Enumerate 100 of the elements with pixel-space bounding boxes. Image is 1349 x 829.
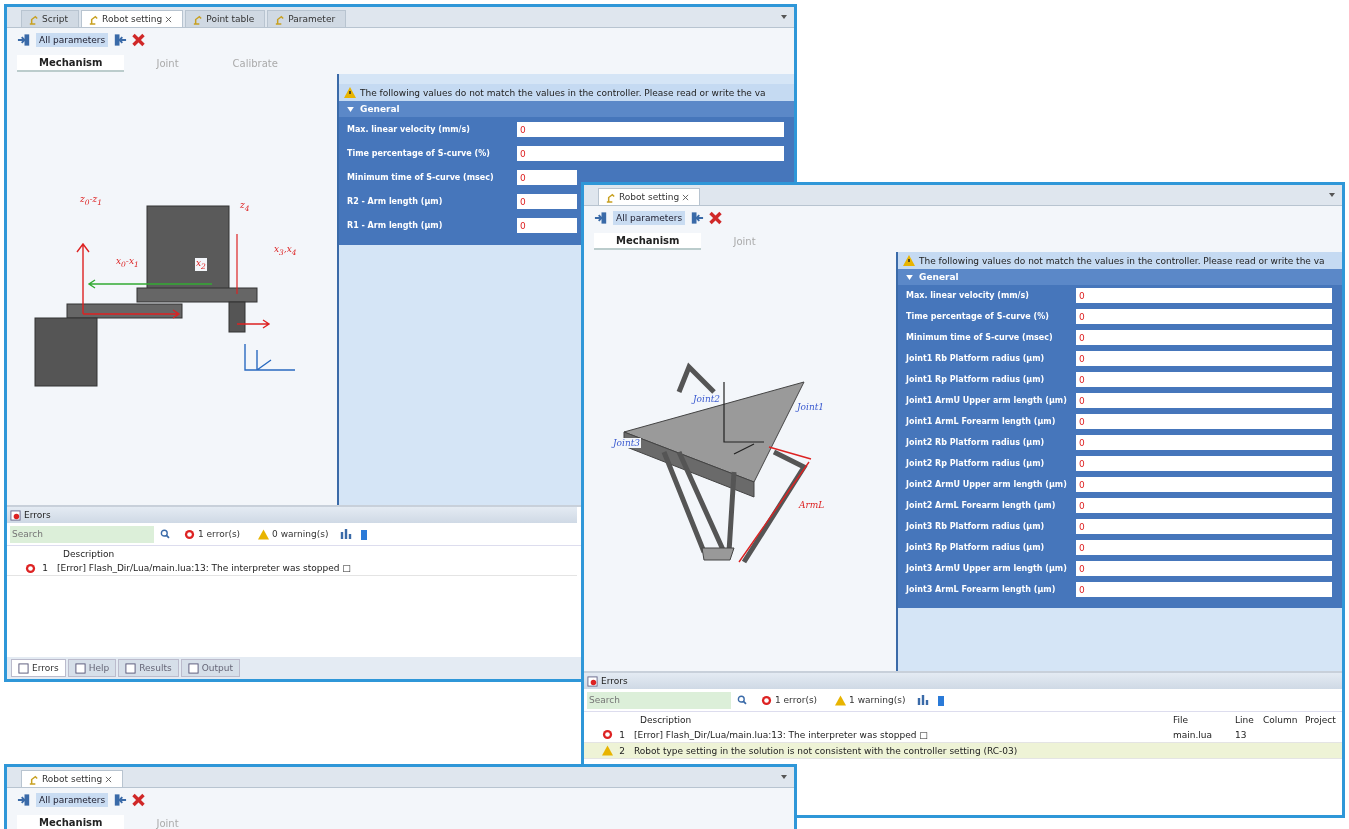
parameter-scope-button[interactable]: All parameters xyxy=(613,211,686,225)
bar-chart-icon[interactable] xyxy=(340,528,353,540)
group-header[interactable]: General xyxy=(898,269,1342,285)
section-tab[interactable]: Mechanism xyxy=(594,232,702,250)
error-list-row[interactable]: 1 [Error] Flash_Dir/Lua/main.lua:13: The interpreter was stopped □ xyxy=(7,561,577,576)
table-cell-text: [Error] Flash_Dir/Lua/main.lua:13: The interpreter was stopped □ xyxy=(633,729,929,740)
warning-icon xyxy=(258,528,270,540)
column-header[interactable]: Column xyxy=(1260,714,1302,725)
dropdown-icon[interactable] xyxy=(780,773,788,781)
document-tab[interactable]: Parameter xyxy=(267,10,347,27)
warning-icon xyxy=(835,694,847,706)
column-header[interactable]: Line xyxy=(1232,714,1260,725)
parameter-field[interactable]: 0 xyxy=(517,194,577,209)
parameter-field[interactable]: 0 xyxy=(1076,330,1332,345)
parameter-field[interactable]: 0 xyxy=(517,170,577,185)
parameter-field[interactable]: 0 xyxy=(1076,477,1332,492)
warning-filter-button[interactable]: 1 warning(s) xyxy=(829,693,912,707)
column-header[interactable]: Description xyxy=(43,548,577,559)
group-header[interactable]: General xyxy=(339,101,794,117)
parameter-field[interactable]: 0 xyxy=(1076,456,1332,471)
parameter-field[interactable]: 0 xyxy=(1076,498,1332,513)
robot-icon xyxy=(274,13,286,25)
close-icon[interactable] xyxy=(165,15,173,23)
close-icon[interactable] xyxy=(105,775,113,783)
pane-tab[interactable]: Errors xyxy=(11,659,66,677)
parameter-scope-button[interactable]: All parameters xyxy=(36,33,109,47)
warning-icon xyxy=(602,745,613,756)
bar-chart-icon[interactable] xyxy=(917,694,930,706)
parameter-field[interactable]: 0 xyxy=(517,122,784,137)
export-icon[interactable] xyxy=(112,793,128,807)
field-label: Joint3 ArmL Forearm length (μm) xyxy=(906,585,1057,594)
document-tab[interactable]: Robot setting xyxy=(598,188,701,205)
parameter-field[interactable]: 0 xyxy=(1076,309,1332,324)
search-icon[interactable] xyxy=(160,528,172,540)
import-icon[interactable] xyxy=(17,33,32,47)
pane-tab[interactable]: Results xyxy=(118,659,179,677)
column-header[interactable]: File xyxy=(1170,714,1232,725)
error-icon xyxy=(184,528,195,540)
error-filter-button[interactable]: 1 error(s) xyxy=(178,527,247,541)
import-icon[interactable] xyxy=(17,793,32,807)
pane-tab[interactable]: Help xyxy=(67,659,117,677)
delete-icon[interactable] xyxy=(708,211,724,225)
dropdown-icon[interactable] xyxy=(1328,191,1336,199)
export-icon[interactable] xyxy=(112,33,128,47)
parameter-field[interactable]: 0 xyxy=(1076,351,1332,366)
parameter-field[interactable]: 0 xyxy=(1076,372,1332,387)
search-icon[interactable] xyxy=(737,694,749,706)
close-icon[interactable] xyxy=(682,193,690,201)
parameter-field[interactable]: 0 xyxy=(1076,414,1332,429)
section-tab[interactable]: Mechanism xyxy=(17,54,125,72)
field-label: Joint2 Rb Platform radius (μm) xyxy=(906,438,1046,447)
row-number: 1 xyxy=(618,729,626,740)
parameter-field[interactable]: 0 xyxy=(1076,288,1332,303)
parameter-field[interactable]: 0 xyxy=(1076,582,1332,597)
dropdown-icon[interactable] xyxy=(780,13,788,21)
export-icon[interactable] xyxy=(689,211,705,225)
pane-tab[interactable]: Output xyxy=(180,659,240,677)
column-header[interactable]: Project xyxy=(1302,714,1342,725)
document-tab[interactable]: Point table xyxy=(185,10,266,27)
field-label: Max. linear velocity (mm/s) xyxy=(347,125,471,134)
joint-label: Joint1 xyxy=(796,402,826,412)
table-cell-text: 13 xyxy=(1234,729,1248,740)
field-label: Minimum time of S-curve (msec) xyxy=(906,333,1054,342)
warning-filter-button[interactable]: 0 warning(s) xyxy=(252,527,335,541)
parameter-field[interactable]: 0 xyxy=(1076,435,1332,450)
parameter-field[interactable]: 0 xyxy=(1076,561,1332,576)
error-list-row[interactable]: 2 Robot type setting in the solution is not consistent with the controller setting (RC-03) xyxy=(584,743,1342,759)
import-icon[interactable] xyxy=(594,211,609,225)
field-label: Joint3 Rb Platform radius (μm) xyxy=(906,522,1046,531)
axis-label: x$_{0}$-x$_{1}$ xyxy=(115,256,140,269)
section-tab[interactable]: Mechanism xyxy=(17,814,125,829)
table-cell-text: [Error] Flash_Dir/Lua/main.lua:13: The interpreter was stopped □ xyxy=(56,563,352,573)
parameter-scope-button[interactable]: All parameters xyxy=(36,793,109,807)
parameter-field[interactable]: 0 xyxy=(1076,540,1332,555)
table-cell-text: main.lua xyxy=(1172,729,1214,740)
field-label: Joint3 ArmU Upper arm length (μm) xyxy=(906,564,1068,573)
search-field[interactable]: Search xyxy=(10,525,154,543)
warning-message: The following values do not match the values in the controller. Please read or write the va xyxy=(360,87,766,98)
search-field[interactable]: Search xyxy=(587,691,731,709)
error-icon xyxy=(25,562,36,574)
document-tab[interactable]: Script xyxy=(21,10,80,27)
parameter-field[interactable]: 0 xyxy=(1076,519,1332,534)
delete-icon[interactable] xyxy=(131,33,147,47)
warning-icon xyxy=(903,255,915,266)
parameter-field[interactable]: 0 xyxy=(1076,393,1332,408)
joint-label: Joint3 xyxy=(612,438,642,448)
field-label: Joint2 ArmL Forearm length (μm) xyxy=(906,501,1057,510)
parameter-field[interactable]: 0 xyxy=(517,146,784,161)
column-header[interactable]: Description xyxy=(620,714,1170,725)
field-label: R1 - Arm length (μm) xyxy=(347,221,444,230)
document-tab[interactable]: Robot setting xyxy=(81,10,184,27)
warning-icon xyxy=(344,87,356,98)
field-label: Joint3 Rp Platform radius (μm) xyxy=(906,543,1046,552)
error-icon xyxy=(761,694,772,706)
document-tab[interactable]: Robot setting xyxy=(21,770,124,787)
error-filter-button[interactable]: 1 error(s) xyxy=(755,693,824,707)
warning-message: The following values do not match the values in the controller. Please read or write the va xyxy=(919,255,1325,266)
parameter-field[interactable]: 0 xyxy=(517,218,577,233)
errors-icon xyxy=(587,675,598,687)
delete-icon[interactable] xyxy=(131,793,147,807)
